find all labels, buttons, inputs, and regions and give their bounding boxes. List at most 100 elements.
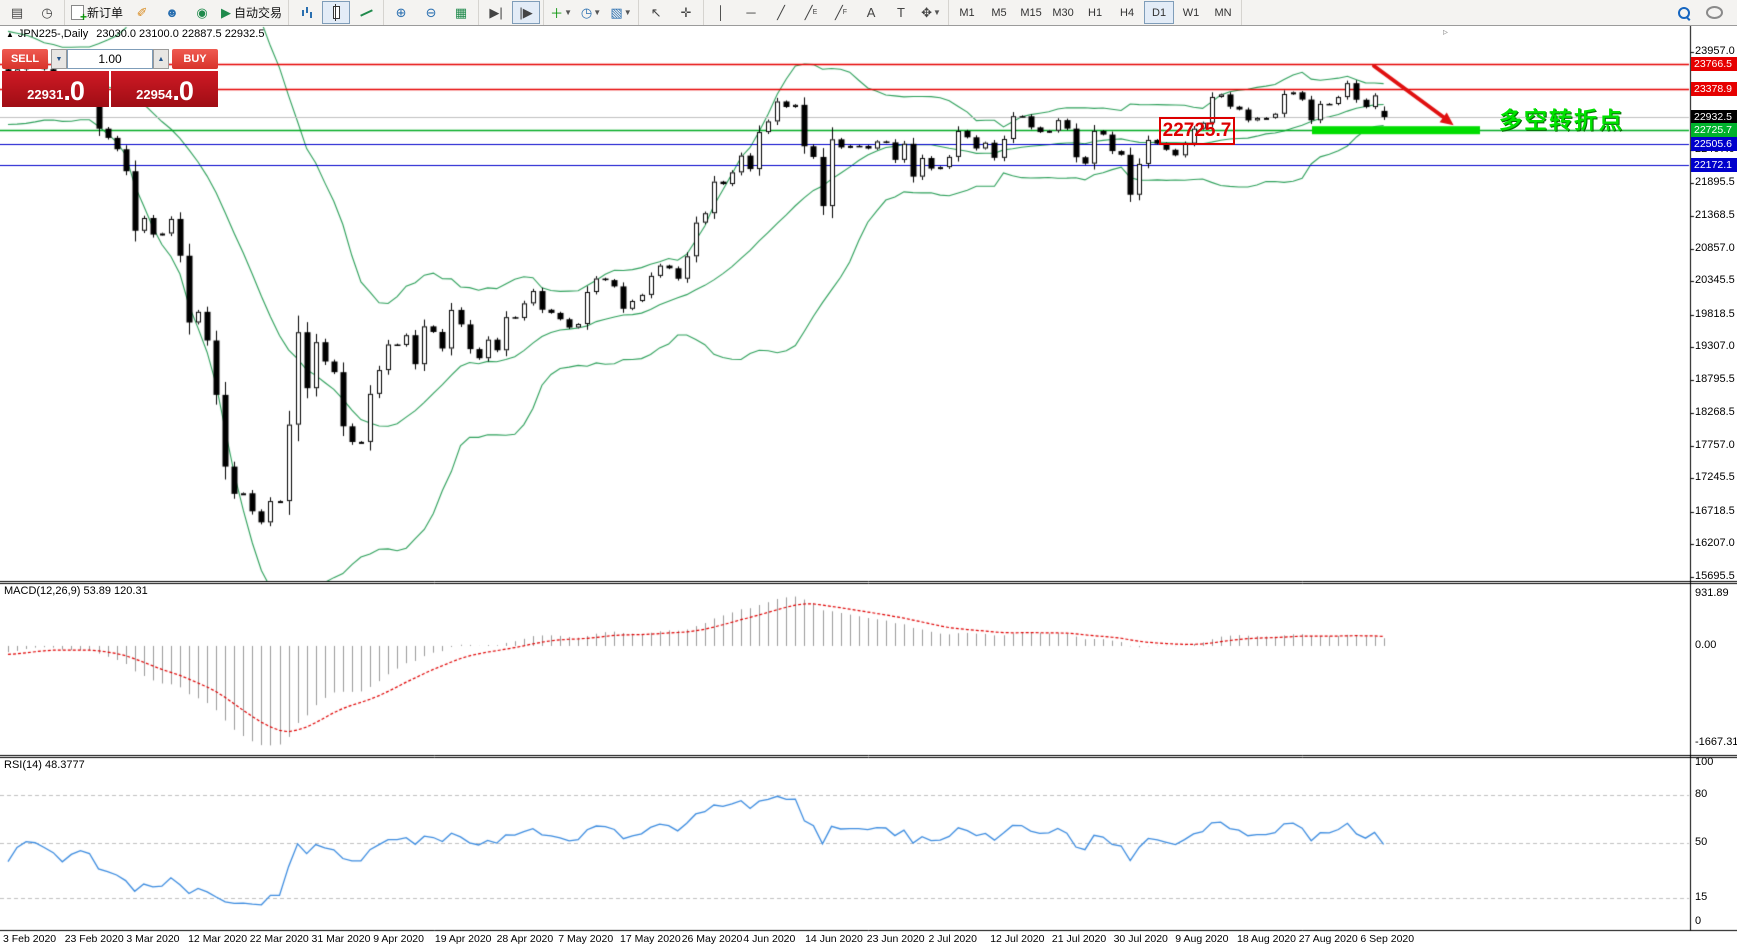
zoom-in-button[interactable]: ⊕ [387, 1, 415, 24]
tile-windows-button[interactable]: ▦ [447, 1, 475, 24]
price-axis-badge: 22725.7 [1691, 123, 1737, 137]
timeframe-h1-button[interactable]: H1 [1080, 1, 1110, 24]
trendline-button[interactable]: ╱ [767, 1, 795, 24]
chart-shift-marker-icon[interactable]: ▹ [1443, 27, 1448, 38]
timeframe-m15-button[interactable]: M15 [1016, 1, 1046, 24]
buy-price[interactable]: 22954.0 [111, 71, 218, 107]
styler-button[interactable]: ✐ [128, 1, 156, 24]
template-select-button[interactable]: ▧ ▼ [607, 1, 635, 24]
date-axis-label: 28 Apr 2020 [496, 933, 554, 945]
date-axis-label: 23 Jun 2020 [866, 933, 925, 945]
timeframe-h4-button[interactable]: H4 [1112, 1, 1142, 24]
vertical-line-icon: │ [716, 5, 726, 20]
shapes-icon: ✥ [921, 4, 933, 20]
volume-increase-button[interactable]: ▲ [153, 49, 169, 69]
timeframe-w1-button[interactable]: W1 [1176, 1, 1206, 24]
chart-shift-icon: |▶ [519, 4, 533, 20]
timeframe-m1-button[interactable]: M1 [952, 1, 982, 24]
date-axis-label: 26 May 2020 [681, 933, 743, 945]
new-order-button[interactable]: 新订单 [68, 1, 126, 24]
symbol-period-label: JPN225-,Daily [17, 28, 89, 40]
profile-button[interactable]: ☻ [158, 1, 186, 24]
auto-scroll-icon: ▶| [489, 4, 503, 20]
price-axis-badge: 22505.6 [1691, 137, 1737, 151]
shapes-button[interactable]: ✥ ▼ [917, 1, 945, 24]
buy-price-small: 22954 [136, 87, 173, 102]
fibonacci-button[interactable]: ╱ F [827, 1, 855, 24]
chart-shift-button[interactable]: |▶ [512, 1, 541, 24]
timeframe-m5-button[interactable]: M5 [984, 1, 1014, 24]
line-chart-button[interactable] [352, 1, 380, 24]
buy-button[interactable]: BUY [172, 49, 218, 69]
crosshair-button[interactable]: ✛ [672, 1, 700, 24]
fibonacci-icon: ╱ [834, 4, 843, 20]
price-axis-badge: 23766.5 [1691, 57, 1737, 71]
volume-decrease-button[interactable]: ▼ [51, 49, 67, 69]
one-click-toggle-icon[interactable]: ▲ [6, 30, 14, 39]
sell-price[interactable]: 22931.0 [2, 71, 109, 107]
chart-canvas[interactable] [0, 0, 1737, 951]
turning-point-text-annotation[interactable]: 多空转折点 [1499, 101, 1624, 135]
price-level-annotation-box[interactable]: 22725.7 [1159, 117, 1235, 145]
signal-icon: ◉ [196, 4, 208, 20]
data-window-button[interactable]: ◷ [33, 1, 61, 24]
price-axis-badge: 22932.5 [1691, 110, 1737, 124]
sell-price-big: .0 [63, 76, 85, 106]
macd-axis-zero: 0.00 [1695, 638, 1717, 651]
toolbar-group: 新订单 ✐ ☻ ◉ ▶自动交易 [65, 0, 290, 25]
date-axis-label: 22 Mar 2020 [249, 933, 309, 945]
toolbar-group: ⊕ ⊖ ▦ [384, 0, 480, 25]
toolbar-group [289, 0, 385, 25]
equidistant-channel-icon: ╱ [804, 4, 813, 20]
autotrade-button[interactable]: ▶ 自动交易 [218, 1, 285, 24]
timeframe-d1-button[interactable]: D1 [1144, 1, 1175, 24]
signal-button[interactable]: ◉ [188, 1, 216, 24]
search-icon [1678, 6, 1690, 19]
autotrade-label: 自动交易 [234, 6, 283, 20]
price-axis-tick: 23957.0 [1695, 45, 1735, 57]
date-axis-label: 17 May 2020 [620, 933, 681, 945]
auto-scroll-button[interactable]: ▶| [482, 1, 510, 24]
horizontal-line-button[interactable]: ─ [737, 1, 765, 24]
vertical-line-button[interactable]: │ [707, 1, 735, 24]
date-axis-label: 18 Aug 2020 [1237, 933, 1296, 945]
price-axis-tick: 20857.0 [1695, 242, 1735, 254]
bar-chart-button[interactable] [292, 1, 320, 24]
date-axis-label: 31 Mar 2020 [311, 933, 371, 945]
zoom-in-icon: ⊕ [395, 4, 407, 20]
date-axis-label: 27 Aug 2020 [1298, 933, 1358, 945]
date-axis-label: 6 Sep 2020 [1360, 933, 1415, 945]
price-axis-tick: 20345.5 [1695, 274, 1735, 286]
zoom-out-icon: ⊖ [425, 4, 437, 20]
date-axis-label: 14 Jun 2020 [805, 933, 863, 945]
rsi-axis-tick: 50 [1695, 835, 1708, 848]
text-button[interactable]: A [857, 1, 885, 24]
search-button[interactable] [1670, 1, 1698, 24]
equidistant-channel-sub-icon: E [812, 9, 818, 16]
crosshair-icon: ✛ [680, 4, 692, 20]
volume-input[interactable]: 1.00 [67, 49, 153, 69]
timeframe-m30-button[interactable]: M30 [1048, 1, 1078, 24]
market-watch-button[interactable]: ▤ [3, 1, 31, 24]
toolbar-group: ＋ ▼ ◷ ▼ ▧ ▼ [544, 0, 640, 25]
sell-button[interactable]: SELL [2, 49, 48, 69]
toolbar-right [1669, 1, 1737, 24]
candlestick-chart-button[interactable] [322, 1, 351, 24]
zoom-out-button[interactable]: ⊖ [417, 1, 445, 24]
period-select-button[interactable]: ◷ ▼ [577, 1, 605, 24]
market-watch-icon: ▤ [10, 4, 24, 20]
date-axis-label: 12 Mar 2020 [188, 933, 248, 945]
line-chart-icon [359, 8, 373, 17]
indicators-add-caret-icon: ▼ [564, 8, 572, 17]
cursor-button[interactable]: ↖ [642, 1, 670, 24]
tile-windows-icon: ▦ [454, 4, 468, 20]
price-axis-tick: 18268.5 [1695, 406, 1735, 418]
text-label-button[interactable]: T [887, 1, 915, 24]
timeframe-mn-button[interactable]: MN [1208, 1, 1238, 24]
chat-button[interactable] [1700, 1, 1728, 24]
equidistant-channel-button[interactable]: ╱ E [797, 1, 825, 24]
rsi-label: RSI(14) 48.3777 [4, 759, 85, 771]
indicators-add-button[interactable]: ＋ ▼ [547, 1, 575, 24]
rsi-axis-tick: 0 [1695, 915, 1702, 927]
price-axis-tick: 21895.5 [1695, 176, 1735, 188]
